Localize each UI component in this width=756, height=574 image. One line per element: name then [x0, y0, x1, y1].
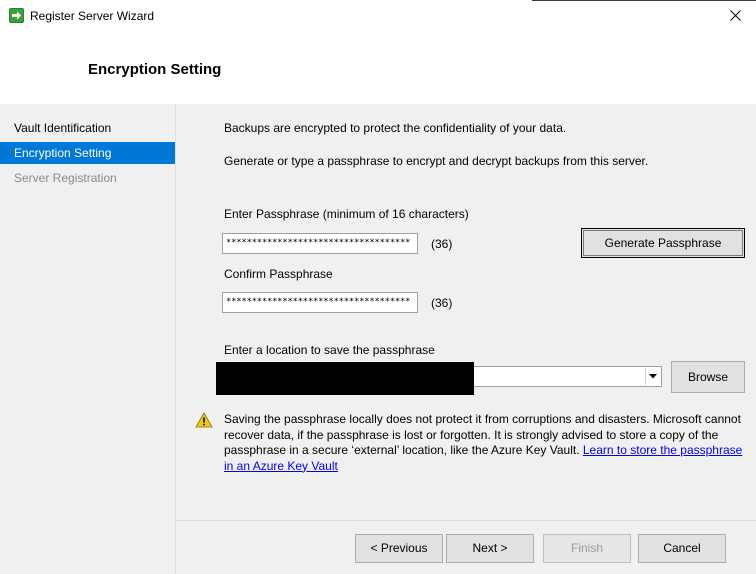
- confirm-passphrase-input[interactable]: ************************************: [222, 292, 418, 313]
- intro-text-1: Backups are encrypted to protect the con…: [224, 121, 567, 135]
- chevron-down-icon: [649, 374, 657, 379]
- intro-text-2: Generate or type a passphrase to encrypt…: [224, 154, 649, 168]
- passphrase-char-count: (36): [431, 237, 453, 251]
- save-location-label: Enter a location to save the passphrase: [224, 343, 435, 357]
- cancel-button[interactable]: Cancel: [638, 534, 726, 563]
- sidebar-item-encryption-setting[interactable]: Encryption Setting: [0, 142, 175, 164]
- wizard-body: Vault Identification Encryption Setting …: [0, 104, 756, 574]
- wizard-footer: < Previous Next > Finish Cancel: [176, 520, 756, 574]
- title-bar: Register Server Wizard: [0, 0, 756, 32]
- passphrase-label: Enter Passphrase (minimum of 16 characte…: [224, 207, 469, 221]
- generate-passphrase-button[interactable]: Generate Passphrase: [581, 228, 745, 258]
- redacted-path: [216, 362, 474, 395]
- title-bar-edge: [532, 0, 756, 1]
- close-icon: [730, 10, 741, 21]
- warning-icon: [195, 412, 213, 428]
- window-title: Register Server Wizard: [30, 9, 155, 23]
- main-content: Backups are encrypted to protect the con…: [176, 104, 756, 520]
- sidebar-item-vault-identification[interactable]: Vault Identification: [0, 117, 175, 139]
- combobox-dropdown-button[interactable]: [645, 368, 660, 385]
- close-button[interactable]: [722, 4, 750, 28]
- finish-button: Finish: [543, 534, 631, 563]
- confirm-passphrase-label: Confirm Passphrase: [224, 267, 333, 281]
- page-title: Encryption Setting: [88, 61, 222, 78]
- browse-button[interactable]: Browse: [671, 361, 745, 393]
- passphrase-input[interactable]: ************************************: [222, 233, 418, 254]
- passphrase-warning: Saving the passphrase locally does not p…: [224, 412, 744, 474]
- wizard-steps-sidebar: Vault Identification Encryption Setting …: [0, 104, 176, 574]
- wizard-header: Encryption Setting: [0, 32, 756, 104]
- next-button[interactable]: Next >: [446, 534, 534, 563]
- wizard-arrow-icon: [9, 8, 24, 23]
- previous-button[interactable]: < Previous: [355, 534, 443, 563]
- sidebar-item-server-registration: Server Registration: [14, 171, 117, 185]
- confirm-passphrase-char-count: (36): [431, 296, 453, 310]
